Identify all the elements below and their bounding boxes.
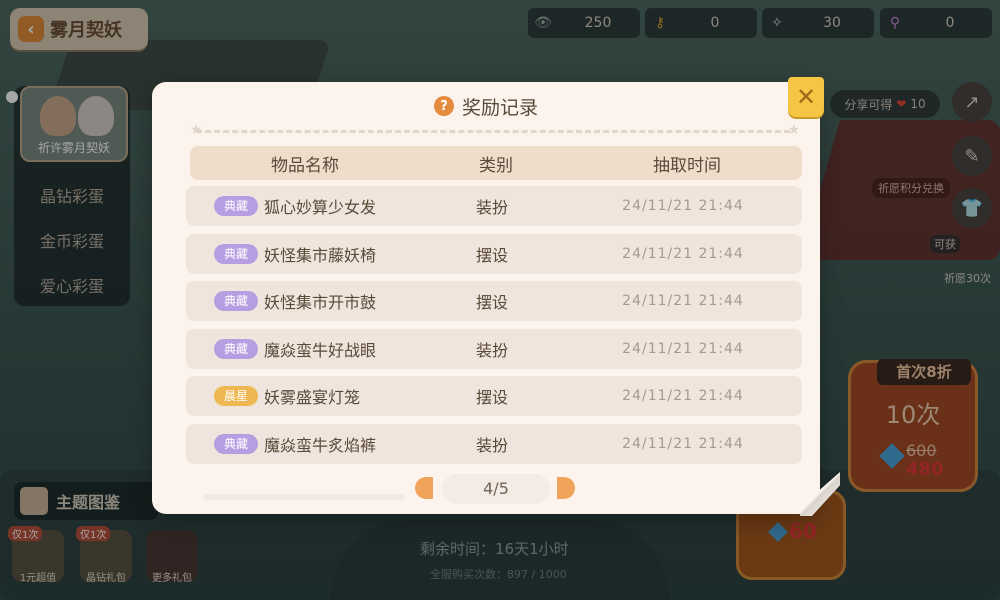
rarity-badge: 典藏	[214, 196, 258, 216]
draw-time: 24/11/21 21:44	[622, 388, 744, 404]
star-icon: ★	[787, 122, 800, 138]
divider	[196, 130, 790, 133]
prev-page-icon[interactable]	[415, 477, 433, 499]
item-name-cell: 典藏 妖怪集市开市鼓	[186, 289, 416, 313]
table-row: 典藏 狐心妙算少女发 装扮 24/11/21 21:44	[186, 186, 802, 226]
table-row: 典藏 魔焱蛮牛炙焰裤 装扮 24/11/21 21:44	[186, 423, 802, 464]
item-name: 妖怪集市藤妖椅	[264, 245, 377, 265]
column-header-name: 物品名称	[271, 155, 339, 176]
item-type: 装扮	[475, 340, 508, 360]
draw-time: 24/11/21 21:44	[622, 245, 744, 262]
help-icon[interactable]: ?	[433, 96, 454, 116]
column-header-time: 抽取时间	[653, 155, 721, 176]
table-header: 物品名称 类别 抽取时间	[190, 146, 802, 180]
dialog-title-bar: ? 奖励记录	[152, 92, 820, 120]
item-name: 妖雾盛宴灯笼	[264, 388, 361, 407]
rarity-badge: 典藏	[214, 291, 258, 311]
reward-record-dialog: ? 奖励记录 ★ ★ 物品名称 类别 抽取时间 典藏 狐心妙算少女发 装扮 24/11…	[152, 82, 820, 514]
rarity-badge: 晨星	[214, 386, 258, 406]
item-name-cell: 典藏 魔焱蛮牛好战眼	[186, 337, 416, 361]
item-name: 魔焱蛮牛好战眼	[264, 340, 377, 360]
table-row: 典藏 妖怪集市藤妖椅 摆设 24/11/21 21:44	[186, 233, 802, 274]
dialog-title: 奖励记录	[461, 96, 538, 119]
draw-time: 24/11/21 21:44	[622, 435, 744, 452]
item-type: 摆设	[475, 245, 508, 265]
draw-time: 24/11/21 21:44	[622, 198, 744, 214]
column-header-type: 类别	[479, 155, 513, 176]
rarity-badge: 典藏	[214, 338, 258, 359]
item-type: 摆设	[475, 293, 508, 312]
item-name-cell: 典藏 魔焱蛮牛炙焰裤	[186, 432, 416, 456]
item-name: 妖怪集市开市鼓	[264, 293, 377, 312]
item-name: 魔焱蛮牛炙焰裤	[264, 435, 377, 455]
item-type: 装扮	[475, 198, 508, 217]
page-indicator: 4/5	[442, 474, 550, 504]
item-name: 狐心妙算少女发	[264, 198, 377, 217]
next-page-icon[interactable]	[557, 477, 575, 499]
item-type: 装扮	[475, 435, 508, 455]
record-list: 典藏 狐心妙算少女发 装扮 24/11/21 21:44 典藏 妖怪集市藤妖椅 摆设 24/1…	[186, 186, 802, 471]
draw-time: 24/11/21 21:44	[622, 340, 744, 357]
item-name-cell: 典藏 狐心妙算少女发	[186, 194, 416, 218]
draw-time: 24/11/21 21:44	[622, 293, 744, 309]
rarity-badge: 典藏	[214, 243, 258, 264]
table-row: 典藏 魔焱蛮牛好战眼 装扮 24/11/21 21:44	[186, 328, 802, 369]
table-row: 典藏 妖怪集市开市鼓 摆设 24/11/21 21:44	[186, 281, 802, 321]
rarity-badge: 典藏	[214, 433, 258, 454]
item-name-cell: 晨星 妖雾盛宴灯笼	[186, 384, 416, 408]
item-type: 摆设	[475, 388, 508, 407]
item-name-cell: 典藏 妖怪集市藤妖椅	[186, 242, 416, 266]
table-row: 晨星 妖雾盛宴灯笼 摆设 24/11/21 21:44	[186, 376, 802, 416]
pager: 4/5	[152, 474, 820, 506]
close-icon[interactable]: ✕	[788, 77, 824, 117]
